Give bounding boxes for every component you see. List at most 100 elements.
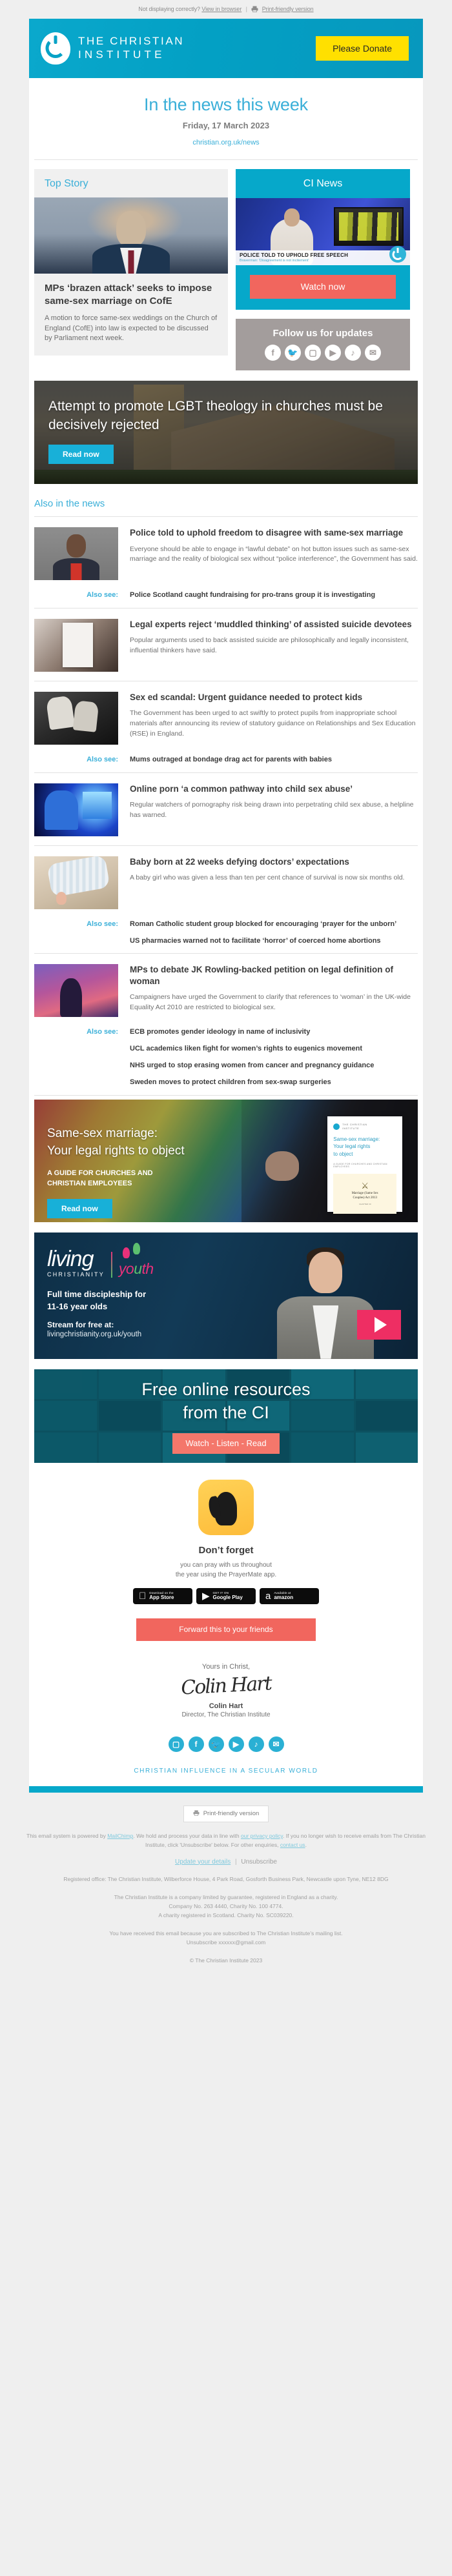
facebook-icon[interactable]: f xyxy=(265,345,281,361)
act-line2: Couples) Act 2013 xyxy=(353,1196,377,1200)
tiktok-icon[interactable]: ♪ xyxy=(248,1736,264,1752)
forward-to-friends-button[interactable]: Forward this to your friends xyxy=(136,1618,316,1641)
app-store-badges:  Download on the App Store ▶ GET IT ON … xyxy=(34,1587,418,1604)
instagram-icon[interactable]: ▢ xyxy=(168,1736,184,1752)
ci-news-thumbnail[interactable]: POLICE TOLD TO UPHOLD FREE SPEECH Braver… xyxy=(236,198,410,265)
footer-legal-paragraph: This email system is powered by MailChim… xyxy=(22,1831,430,1849)
also-see-link[interactable]: US pharmacies warned not to facilitate ‘… xyxy=(130,936,418,946)
banner-content: Attempt to promote LGBT theology in chur… xyxy=(48,397,401,464)
instagram-icon[interactable]: ▢ xyxy=(305,345,321,361)
update-details-link[interactable]: Update your details xyxy=(175,1858,231,1866)
photo-detail xyxy=(120,248,142,274)
watch-now-button[interactable]: Watch now xyxy=(250,275,396,299)
brand-bar: THE CHRISTIAN INSTITUTE Please Donate xyxy=(29,19,423,78)
subscription-line2: Unsubscribe xxxxxx@gmail.com xyxy=(186,1938,266,1946)
also-see-label: Also see: xyxy=(87,591,118,599)
lc-stream-label: Stream for free at: xyxy=(47,1320,114,1329)
print-friendly-button[interactable]: Print-friendly version xyxy=(183,1805,269,1822)
signoff-block: Yours in Christ, Colin Hart Colin Hart D… xyxy=(29,1647,423,1724)
brand-lockup[interactable]: THE CHRISTIAN INSTITUTE xyxy=(41,32,184,65)
ssm-read-now-button[interactable]: Read now xyxy=(47,1198,112,1218)
news-headline[interactable]: Legal experts reject ‘muddled thinking’ … xyxy=(130,619,418,630)
news-item[interactable]: MPs to debate JK Rowling-backed petition… xyxy=(29,954,423,1026)
prayermate-heading: Don’t forget xyxy=(198,1544,254,1556)
google-play-icon: ▶ xyxy=(202,1590,210,1602)
mailchimp-link[interactable]: MailChimp xyxy=(107,1833,133,1839)
also-see-block: Also see: Mums outraged at bondage drag … xyxy=(29,754,423,772)
booklet-brand: THE CHRISTIAN INSTITUTE xyxy=(342,1123,367,1129)
also-see-link[interactable]: Roman Catholic student group blocked for… xyxy=(130,920,418,929)
free-resources-banner[interactable]: Free online resources from the CI Watch … xyxy=(34,1369,418,1463)
top-story-headline[interactable]: MPs ‘brazen attack’ seeks to impose same… xyxy=(45,282,218,308)
also-see-link[interactable]: NHS urged to stop erasing women from can… xyxy=(130,1061,418,1071)
print-friendly-link[interactable]: Print-friendly version xyxy=(262,6,314,12)
also-see-link[interactable]: Police Scotland caught fundraising for p… xyxy=(130,590,418,600)
living-christianity-youth-banner[interactable]: living CHRISTIANITY youth Full time disc… xyxy=(34,1232,418,1359)
please-donate-button[interactable]: Please Donate xyxy=(316,36,409,61)
news-item[interactable]: Sex ed scandal: Urgent guidance needed t… xyxy=(29,681,423,754)
booklet-logo: THE CHRISTIAN INSTITUTE xyxy=(333,1123,396,1130)
signature-image: Colin Hart xyxy=(180,1672,272,1700)
news-item[interactable]: Police told to uphold freedom to disagre… xyxy=(29,517,423,589)
also-see-link[interactable]: ECB promotes gender ideology in name of … xyxy=(130,1027,418,1037)
news-headline[interactable]: Baby born at 22 weeks defying doctors’ e… xyxy=(130,856,418,868)
also-see-block: Also see: ECB promotes gender ideology i… xyxy=(29,1026,423,1094)
view-in-browser-link[interactable]: View in browser xyxy=(201,6,241,12)
google-play-button[interactable]: ▶ GET IT ON Google Play xyxy=(196,1587,256,1604)
twitter-icon[interactable]: 🐦 xyxy=(285,345,301,361)
site-url-link[interactable]: christian.org.uk/news xyxy=(29,139,423,146)
news-ticker: POLICE TOLD TO UPHOLD FREE SPEECH Braver… xyxy=(236,250,410,265)
ssm-headline-line2: Your legal rights to object xyxy=(47,1143,185,1158)
privacy-policy-link[interactable]: our privacy policy xyxy=(241,1833,283,1839)
facebook-icon[interactable]: f xyxy=(188,1736,204,1752)
brand-line-1: THE CHRISTIAN xyxy=(78,35,185,48)
also-see-link[interactable]: UCL academics liken fight for women’s ri… xyxy=(130,1044,418,1054)
news-summary: Campaigners have urged the Government to… xyxy=(130,993,411,1012)
also-see-links: ECB promotes gender ideology in name of … xyxy=(130,1027,418,1087)
youtube-icon[interactable]: ▶ xyxy=(325,345,341,361)
tiktok-icon[interactable]: ♪ xyxy=(345,345,361,361)
logo-living-block: living CHRISTIANITY xyxy=(47,1248,105,1278)
booklet-title-line2: Your legal rights xyxy=(333,1143,371,1150)
also-see-block: Also see: Police Scotland caught fundrai… xyxy=(29,589,423,608)
news-item[interactable]: Baby born at 22 weeks defying doctors’ e… xyxy=(29,846,423,918)
news-item[interactable]: Online porn ‘a common pathway into child… xyxy=(29,773,423,845)
app-store-label: Download on the App Store xyxy=(149,1591,174,1600)
also-see-links: Mums outraged at bondage drag act for pa… xyxy=(130,755,418,765)
email-footer: Print-friendly version This email system… xyxy=(0,1793,452,1982)
also-see-link[interactable]: Mums outraged at bondage drag act for pa… xyxy=(130,755,418,765)
app-store-button[interactable]:  Download on the App Store xyxy=(133,1587,192,1604)
email-icon[interactable]: ✉ xyxy=(268,1736,284,1752)
company-line2: Company No. 263 4440, Charity No. 100 47… xyxy=(169,1902,283,1909)
ci-badge-icon xyxy=(389,246,406,263)
youtube-icon[interactable]: ▶ xyxy=(228,1736,244,1752)
contact-us-link[interactable]: contact us xyxy=(280,1842,305,1848)
read-now-button[interactable]: Read now xyxy=(48,444,114,464)
news-headline[interactable]: Online porn ‘a common pathway into child… xyxy=(130,783,418,795)
newsletter-title-block: In the news this week Friday, 17 March 2… xyxy=(29,78,423,159)
lc-stream-url[interactable]: livingchristianity.org.uk/youth xyxy=(47,1331,154,1338)
also-see-label: Also see: xyxy=(87,1028,118,1036)
lgbt-theology-banner[interactable]: Attempt to promote LGBT theology in chur… xyxy=(34,381,418,484)
news-headline[interactable]: Sex ed scandal: Urgent guidance needed t… xyxy=(130,692,418,703)
top-story-card[interactable]: Top Story MPs ‘brazen attack’ seeks to i… xyxy=(34,169,228,356)
newsletter-date: Friday, 17 March 2023 xyxy=(182,121,270,130)
twitter-icon[interactable]: 🐦 xyxy=(208,1736,224,1752)
email-icon[interactable]: ✉ xyxy=(365,345,381,361)
print-friendly-label: Print-friendly version xyxy=(203,1810,260,1818)
also-see-link[interactable]: Sweden moves to protect children from se… xyxy=(130,1078,418,1087)
brand-tagline: CHRISTIAN INFLUENCE IN A SECULAR WORLD xyxy=(29,1763,423,1786)
news-item[interactable]: Legal experts reject ‘muddled thinking’ … xyxy=(29,609,423,681)
prayermate-app-icon[interactable] xyxy=(198,1479,254,1535)
news-headline[interactable]: MPs to debate JK Rowling-backed petition… xyxy=(130,964,418,987)
same-sex-marriage-guide-banner[interactable]: THE CHRISTIAN INSTITUTE Same-sex marriag… xyxy=(34,1099,418,1222)
news-headline[interactable]: Police told to uphold freedom to disagre… xyxy=(130,527,418,539)
christian-institute-logo-icon xyxy=(41,32,70,65)
legal-text-d: . xyxy=(305,1841,307,1848)
amazon-appstore-button[interactable]: a Available at amazon xyxy=(260,1587,319,1604)
watch-listen-read-button[interactable]: Watch - Listen - Read xyxy=(172,1433,280,1454)
play-button-icon[interactable] xyxy=(357,1309,401,1340)
company-line1: The Christian Institute is a company lim… xyxy=(114,1893,338,1900)
unsubscribe-link[interactable]: Unsubscribe xyxy=(241,1858,277,1866)
email-body: THE CHRISTIAN INSTITUTE Please Donate In… xyxy=(29,19,423,1793)
